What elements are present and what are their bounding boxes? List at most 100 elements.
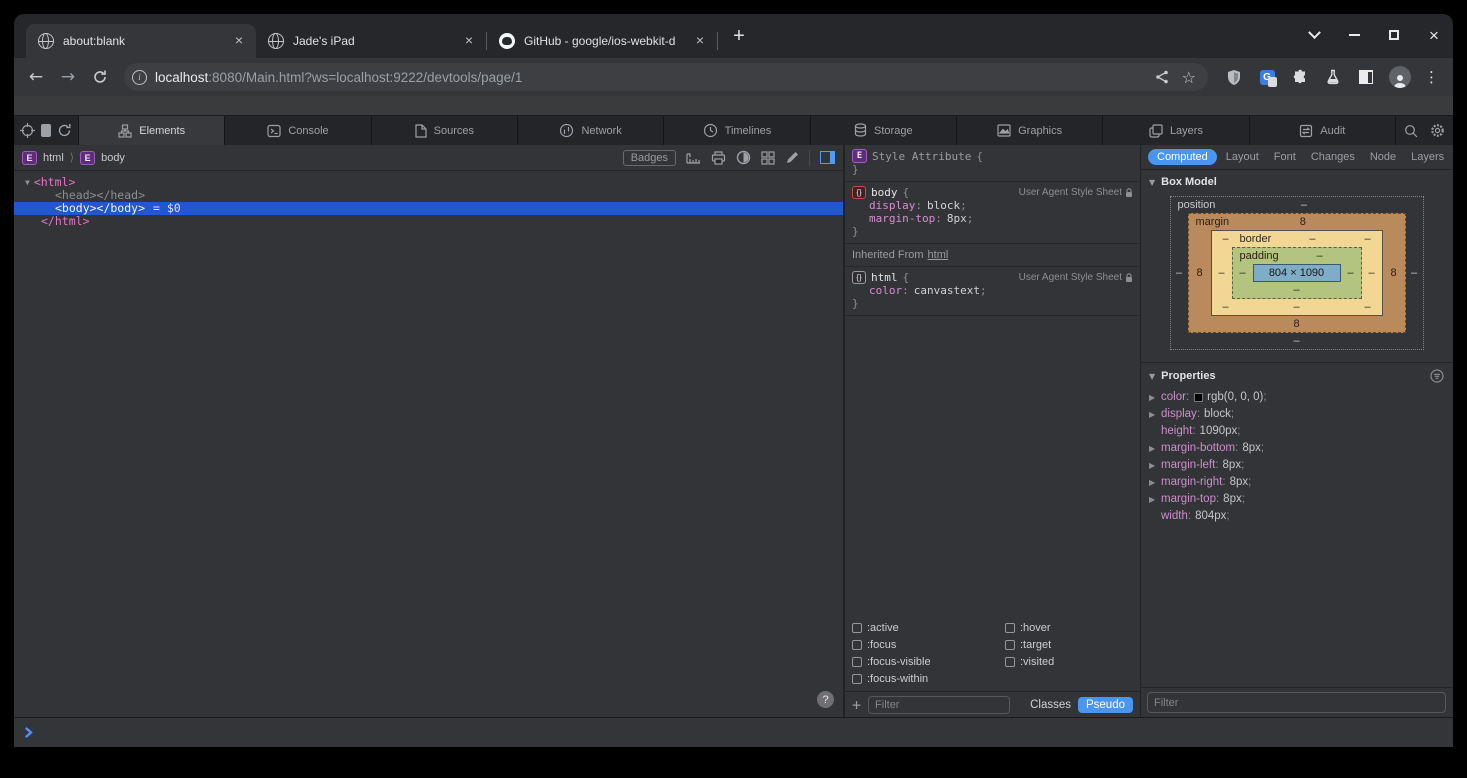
style-rule-html[interactable]: {} html { User Agent Style Sheet color:c…	[845, 267, 1140, 316]
checkbox[interactable]	[852, 657, 862, 667]
dom-node-body-selected[interactable]: <body></body>= $0	[14, 202, 843, 215]
ruler-icon[interactable]	[686, 151, 701, 164]
css-property[interactable]: display:block;	[852, 199, 1133, 212]
add-rule-button[interactable]: +	[852, 696, 861, 714]
pseudo-focus[interactable]: :focus	[852, 639, 1005, 651]
computed-property[interactable]: ▶color:rgb(0, 0, 0);	[1149, 389, 1444, 406]
bookmark-star-icon[interactable]: ☆	[1182, 68, 1196, 87]
new-tab-button[interactable]: +	[726, 24, 752, 50]
checkbox[interactable]	[1005, 640, 1015, 650]
checkbox[interactable]	[852, 640, 862, 650]
sidebar-extension-icon[interactable]	[1356, 67, 1376, 87]
sidebar-filter-input[interactable]	[1147, 692, 1446, 713]
css-property[interactable]: color:canvastext;	[852, 284, 1133, 297]
pseudo-target[interactable]: :target	[1005, 639, 1133, 651]
pseudo-visited[interactable]: :visited	[1005, 656, 1133, 668]
filter-circle-icon[interactable]	[1430, 369, 1444, 383]
checkbox[interactable]	[1005, 623, 1015, 633]
pseudo-hover[interactable]: :hover	[1005, 622, 1133, 634]
computed-property[interactable]: ▶display:block;	[1149, 406, 1444, 423]
color-swatch[interactable]	[1194, 393, 1203, 402]
tab-search-chevron-icon[interactable]	[1301, 22, 1327, 48]
device-icon[interactable]	[40, 123, 52, 138]
pseudo-focus-visible[interactable]: :focus-visible	[852, 656, 1005, 668]
devtools-tab-network[interactable]: Network	[517, 116, 663, 145]
tab-font[interactable]: Font	[1268, 149, 1302, 165]
properties-header[interactable]: ▼ Properties	[1141, 363, 1452, 387]
devtools-tab-timelines[interactable]: Timelines	[663, 116, 809, 145]
back-icon[interactable]: ←	[22, 63, 50, 91]
css-property[interactable]: margin-top:8px;	[852, 212, 1133, 225]
extensions-puzzle-icon[interactable]	[1290, 67, 1310, 87]
disclosure-triangle[interactable]: ▼	[1149, 178, 1155, 187]
inspect-target-icon[interactable]	[20, 123, 35, 138]
profile-avatar[interactable]	[1389, 66, 1411, 88]
computed-property[interactable]: ▶margin-top:8px;	[1149, 491, 1444, 508]
url-bar[interactable]: i localhost:8080/Main.html?ws=localhost:…	[124, 63, 1208, 91]
tab-computed[interactable]: Computed	[1148, 149, 1217, 165]
dom-node-html-close[interactable]: </html>	[14, 215, 843, 228]
browser-tab-about-blank[interactable]: about:blank ×	[26, 24, 256, 58]
pencil-icon[interactable]	[785, 151, 799, 165]
devtools-tab-console[interactable]: Console	[224, 116, 370, 145]
gear-icon[interactable]	[1430, 123, 1445, 138]
style-rule-body[interactable]: {} body { User Agent Style Sheet display…	[845, 182, 1140, 244]
url-text[interactable]: localhost:8080/Main.html?ws=localhost:92…	[155, 70, 1146, 85]
details-sidebar-toggle-icon[interactable]	[820, 151, 835, 164]
devtools-tab-layers[interactable]: Layers	[1102, 116, 1248, 145]
tab-layout[interactable]: Layout	[1220, 149, 1265, 165]
pseudo-button[interactable]: Pseudo	[1078, 697, 1133, 713]
computed-property[interactable]: ▶margin-left:8px;	[1149, 457, 1444, 474]
pseudo-active[interactable]: :active	[852, 622, 1005, 634]
maximize-icon[interactable]	[1381, 22, 1407, 48]
reload-icon[interactable]	[86, 63, 114, 91]
classes-button[interactable]: Classes	[1030, 699, 1071, 711]
grid-icon[interactable]	[761, 151, 775, 165]
shield-extension-icon[interactable]	[1224, 67, 1244, 87]
style-rule-attribute[interactable]: E Style Attribute { }	[845, 145, 1140, 182]
devtools-tab-audit[interactable]: Audit	[1249, 116, 1395, 145]
styles-filter-input[interactable]	[868, 696, 1010, 714]
disclosure-triangle[interactable]: ▼	[1149, 372, 1155, 381]
console-quick-bar[interactable]	[14, 717, 1453, 747]
browser-tab-github[interactable]: GitHub - google/ios-webkit-d ×	[487, 24, 717, 58]
printer-icon[interactable]	[711, 151, 726, 165]
inherited-link[interactable]: html	[928, 249, 949, 261]
checkbox[interactable]	[852, 674, 862, 684]
translate-extension-icon[interactable]: G	[1257, 67, 1277, 87]
help-button[interactable]: ?	[817, 691, 834, 708]
checkbox[interactable]	[852, 623, 862, 633]
info-icon[interactable]: i	[132, 70, 147, 85]
browser-tab-jades-ipad[interactable]: Jade's iPad ×	[256, 24, 486, 58]
kebab-menu-icon[interactable]: ⋮	[1424, 68, 1439, 86]
breadcrumb-item-body[interactable]: body	[101, 152, 125, 164]
breadcrumb-item-html[interactable]: html	[43, 152, 64, 164]
tab-close-icon[interactable]: ×	[460, 32, 478, 50]
badges-button[interactable]: Badges	[623, 150, 676, 166]
box-model-content[interactable]: 804 × 1090	[1253, 264, 1341, 282]
computed-property[interactable]: width:804px;	[1149, 508, 1444, 525]
share-icon[interactable]	[1154, 69, 1170, 85]
tab-layers[interactable]: Layers	[1405, 149, 1450, 165]
forward-icon[interactable]: →	[54, 63, 82, 91]
tab-close-icon[interactable]: ×	[691, 32, 709, 50]
expander-triangle[interactable]: ▼	[25, 178, 30, 187]
tab-changes[interactable]: Changes	[1305, 149, 1361, 165]
flask-extension-icon[interactable]	[1323, 67, 1343, 87]
contrast-icon[interactable]	[736, 150, 751, 165]
pseudo-focus-within[interactable]: :focus-within	[852, 673, 1005, 685]
tab-close-icon[interactable]: ×	[230, 32, 248, 50]
devtools-tab-graphics[interactable]: Graphics	[956, 116, 1102, 145]
computed-property[interactable]: ▶margin-right:8px;	[1149, 474, 1444, 491]
computed-property[interactable]: ▶margin-bottom:8px;	[1149, 440, 1444, 457]
search-icon[interactable]	[1404, 124, 1418, 138]
devtools-tab-storage[interactable]: Storage	[810, 116, 956, 145]
tab-node[interactable]: Node	[1364, 149, 1402, 165]
devtools-tab-elements[interactable]: Elements	[78, 116, 224, 145]
minimize-icon[interactable]	[1341, 22, 1367, 48]
box-model-header[interactable]: ▼ Box Model	[1141, 170, 1452, 192]
close-icon[interactable]: ×	[1421, 22, 1447, 48]
computed-property[interactable]: height:1090px;	[1149, 423, 1444, 440]
devtools-tab-sources[interactable]: Sources	[371, 116, 517, 145]
devtools-reload-icon[interactable]	[57, 123, 72, 138]
